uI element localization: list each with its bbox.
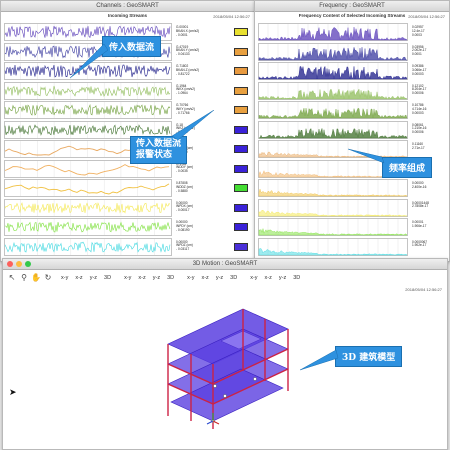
channel-label: G.00001 BKAN.X (cm/s2) - 0.0001 <box>176 25 200 37</box>
callout-alarm-pointer <box>171 110 215 141</box>
channel-label: 0.87808 INDDZ (cm) - 0.5880 <box>176 181 193 193</box>
alarm-status-swatch[interactable] <box>234 184 248 192</box>
frequency-label: 0.11160 2.71e-17 <box>412 142 425 150</box>
spectrum-plot <box>258 23 408 41</box>
channel-label: G.47019 BKAN.Y (cm/s2) - 0.04133 <box>176 44 200 57</box>
alarm-status-swatch[interactable] <box>234 125 248 134</box>
alarm-status-swatch[interactable] <box>234 86 248 95</box>
channel-row[interactable]: G.71802 BKAN.Z (cm/s2) - 0.81722 <box>4 62 254 80</box>
close-button[interactable] <box>7 261 13 267</box>
alarm-status-swatch[interactable] <box>234 67 248 75</box>
frequency-row[interactable]: 0.03956 2.002e-17 0.0001 <box>258 42 448 61</box>
spectrum-plot <box>258 81 408 100</box>
frequency-row[interactable]: 0.0000067 1.902e-17 <box>258 237 448 256</box>
channel-label: 0.00000 INPDX (cm) - 0.00017 <box>176 200 193 213</box>
channels-timestamp: 2018/05/04 12:56:27 <box>213 14 250 19</box>
alarm-status-swatch[interactable] <box>234 106 248 114</box>
channel-label: G.71802 BKAN.Z (cm/s2) - 0.81722 <box>176 64 200 76</box>
channel-label: 0.00000 INPDZ (cm) - 0.03117 <box>176 239 193 252</box>
channel-row[interactable]: 0.00000 INPDZ (cm) - 0.03117 <box>4 237 254 256</box>
channel-label: G.1964 INDDY (cm) - 0.0035 <box>176 162 194 174</box>
motion-titlebar[interactable]: 3D Motion : GeoSMART <box>3 259 447 270</box>
waveform-plot <box>4 198 172 217</box>
spectrum-plot <box>258 42 408 61</box>
alarm-status-swatch[interactable] <box>234 164 248 173</box>
channel-row[interactable]: 0.87808 INDDZ (cm) - 0.5880 <box>4 179 254 197</box>
frequency-label: 0.08061 1.210e-16 0.00006 <box>412 122 427 135</box>
frequency-timestamp: 2018/05/04 12:56:27 <box>408 14 445 19</box>
frequency-row[interactable]: 0.00000 2.400e-16 <box>258 179 448 197</box>
spectrum-plot <box>258 179 408 197</box>
alarm-status-swatch[interactable] <box>234 223 248 231</box>
callout-frequency-pointer <box>348 148 385 164</box>
spectrum-plot <box>258 237 408 256</box>
channel-row[interactable]: G.1964 INKX (cm/s2) - 1.0964 <box>4 81 254 100</box>
frequency-label: 0.12102 8.204e-17 0.00006 <box>412 83 427 96</box>
frequency-row[interactable]: 0.12102 8.204e-17 0.00006 <box>258 81 448 100</box>
window-controls <box>7 261 31 267</box>
channels-titlebar[interactable]: Channels : GeoSMART <box>1 1 254 12</box>
alarm-status-swatch[interactable] <box>234 242 248 251</box>
channel-label: 0.00000 INPDY (cm) - 0.08190 <box>176 220 193 232</box>
frequency-row[interactable]: 0.08061 1.210e-16 0.00006 <box>258 120 448 139</box>
callout-frequency: 频率组成 <box>382 157 433 178</box>
frequency-row[interactable]: 0.02957 12.4e-17 0.0003 <box>258 23 448 41</box>
frequency-label: 0.00000 2.400e-16 <box>412 181 427 189</box>
callout-building-pointer <box>300 349 339 371</box>
frequency-row[interactable]: 0.00001448 2.7808e-17 <box>258 198 448 217</box>
spectrum-plot <box>258 218 408 236</box>
alarm-status-swatch[interactable] <box>234 28 248 36</box>
frequency-row[interactable]: 0.00001 1.906e-17 <box>258 218 448 236</box>
frequency-row[interactable]: 0.09386 3.066e-17 0.00003 <box>258 62 448 80</box>
frequency-label: 0.02957 12.4e-17 0.0003 <box>412 25 425 37</box>
minimize-button[interactable] <box>16 261 22 267</box>
channel-row[interactable]: 0.00000 INPDX (cm) - 0.00017 <box>4 198 254 217</box>
frequency-label: 0.0000067 1.902e-17 <box>412 239 428 248</box>
frequency-label: 0.09386 3.066e-17 0.00003 <box>412 64 427 76</box>
frequency-label: 0.03956 2.002e-17 0.0001 <box>412 44 427 57</box>
waveform-plot <box>4 218 172 236</box>
spectrum-plot <box>258 62 408 80</box>
alarm-status-swatch[interactable] <box>234 47 248 56</box>
frequency-label: 0.10786 4.714e-16 0.00003 <box>412 103 427 115</box>
channel-label: G.1964 INKX (cm/s2) - 1.0964 <box>176 83 195 96</box>
mouse-cursor-icon: ➤ <box>9 387 17 397</box>
building-floors <box>167 308 289 422</box>
motion-window-title: 3D Motion : GeoSMART <box>192 261 258 267</box>
waveform-plot <box>4 237 172 256</box>
spectrum-plot <box>258 198 408 217</box>
frequency-label: 0.00001 1.906e-17 <box>412 220 427 228</box>
frequency-titlebar[interactable]: Frequency : GeoSMART <box>255 1 449 12</box>
callout-incoming-pointer <box>69 44 109 79</box>
channel-row[interactable]: 0.00000 INPDY (cm) - 0.08190 <box>4 218 254 236</box>
waveform-plot <box>4 81 172 100</box>
alarm-status-swatch[interactable] <box>234 145 248 153</box>
channel-row[interactable]: G.1964 INDDY (cm) - 0.0035 <box>4 159 254 178</box>
frequency-window: Frequency : GeoSMART Frequency Content o… <box>254 0 450 262</box>
alarm-status-swatch[interactable] <box>234 203 248 212</box>
zoom-button[interactable] <box>25 261 31 267</box>
frequency-label: 0.00001448 2.7808e-17 <box>412 200 429 209</box>
spectrum-plot <box>258 101 408 119</box>
spectrum-plot <box>258 120 408 139</box>
frequency-row[interactable]: 0.10786 4.714e-16 0.00003 <box>258 101 448 119</box>
waveform-plot <box>4 179 172 197</box>
waveform-plot <box>4 101 172 119</box>
